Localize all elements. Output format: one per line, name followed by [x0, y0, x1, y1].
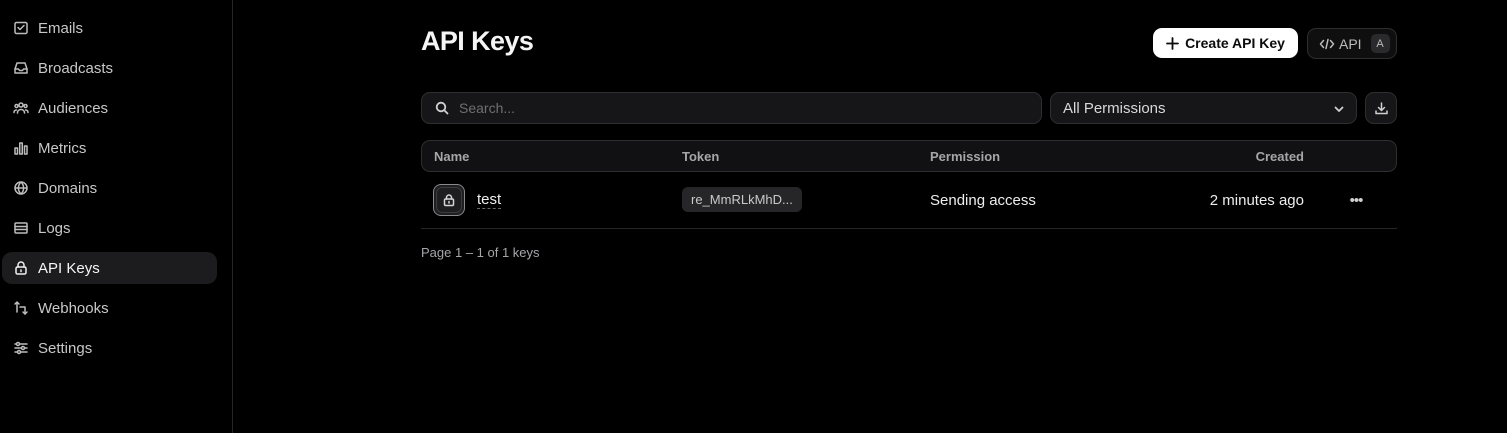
- download-icon: [1374, 101, 1388, 114]
- sidebar: Emails Broadcasts Audiences Metrics Doma…: [0, 0, 233, 433]
- table-row: test re_MmRLkMhD... Sending access 2 min…: [421, 172, 1397, 229]
- sidebar-item-domains[interactable]: Domains: [2, 172, 217, 204]
- key-avatar: [433, 184, 465, 216]
- lock-icon: [443, 194, 455, 207]
- api-key-created: 2 minutes ago: [1209, 192, 1304, 209]
- sidebar-item-logs[interactable]: Logs: [2, 212, 217, 244]
- list-icon: [13, 220, 29, 236]
- sidebar-item-label: Logs: [38, 219, 71, 237]
- more-horizontal-icon: •••: [1349, 191, 1364, 209]
- sidebar-item-broadcasts[interactable]: Broadcasts: [2, 52, 217, 84]
- sidebar-item-label: Webhooks: [38, 299, 109, 317]
- sidebar-item-label: Audiences: [38, 99, 109, 117]
- api-key-name-link[interactable]: test: [477, 191, 502, 209]
- export-button[interactable]: [1365, 92, 1397, 124]
- mail-icon: [13, 20, 29, 36]
- pagination-text: Page 1 – 1 of 1 keys: [421, 245, 540, 260]
- inbox-icon: [13, 60, 29, 76]
- key-avatar-inner: [436, 187, 462, 213]
- column-header-created: Created: [1255, 149, 1304, 164]
- sidebar-item-webhooks[interactable]: Webhooks: [2, 292, 217, 324]
- sidebar-item-label: Broadcasts: [38, 59, 114, 77]
- plus-icon: [1166, 36, 1179, 50]
- bar-chart-icon: [13, 140, 29, 156]
- sidebar-item-settings[interactable]: Settings: [2, 332, 217, 364]
- keyboard-shortcut-badge: A: [1370, 34, 1390, 53]
- column-header-token: Token: [682, 149, 720, 164]
- api-key-token[interactable]: re_MmRLkMhD...: [682, 187, 802, 212]
- globe-icon: [13, 180, 29, 196]
- search-icon: [435, 101, 449, 115]
- column-header-name: Name: [434, 149, 470, 164]
- sidebar-item-label: Emails: [38, 19, 84, 37]
- create-api-key-label: Create API Key: [1185, 35, 1285, 51]
- sidebar-item-label: Settings: [38, 339, 93, 357]
- webhook-icon: [13, 300, 29, 316]
- create-api-key-button[interactable]: Create API Key: [1153, 28, 1298, 58]
- sliders-icon: [13, 340, 29, 356]
- permission-filter-select[interactable]: All Permissions: [1050, 92, 1357, 124]
- sidebar-item-label: API Keys: [38, 259, 100, 277]
- api-key-permission: Sending access: [930, 192, 1036, 209]
- sidebar-item-audiences[interactable]: Audiences: [2, 92, 217, 124]
- sidebar-item-label: Metrics: [38, 139, 87, 157]
- search-input[interactable]: [459, 100, 1019, 116]
- row-more-button[interactable]: •••: [1343, 188, 1369, 212]
- permission-filter-value: All Permissions: [1063, 99, 1166, 117]
- sidebar-item-metrics[interactable]: Metrics: [2, 132, 217, 164]
- search-box: [421, 92, 1042, 124]
- lock-icon: [13, 260, 29, 276]
- api-docs-label: API: [1339, 35, 1362, 52]
- sidebar-item-label: Domains: [38, 179, 98, 197]
- users-icon: [13, 100, 29, 116]
- sidebar-item-emails[interactable]: Emails: [2, 12, 217, 44]
- page-title: API Keys: [421, 26, 534, 56]
- sidebar-item-api-keys[interactable]: API Keys: [2, 252, 217, 284]
- chevron-down-icon: [1333, 102, 1345, 114]
- table-header: Name Token Permission Created: [421, 140, 1397, 172]
- code-icon: [1319, 37, 1335, 51]
- api-docs-button[interactable]: API A: [1307, 28, 1397, 59]
- column-header-permission: Permission: [930, 149, 1001, 164]
